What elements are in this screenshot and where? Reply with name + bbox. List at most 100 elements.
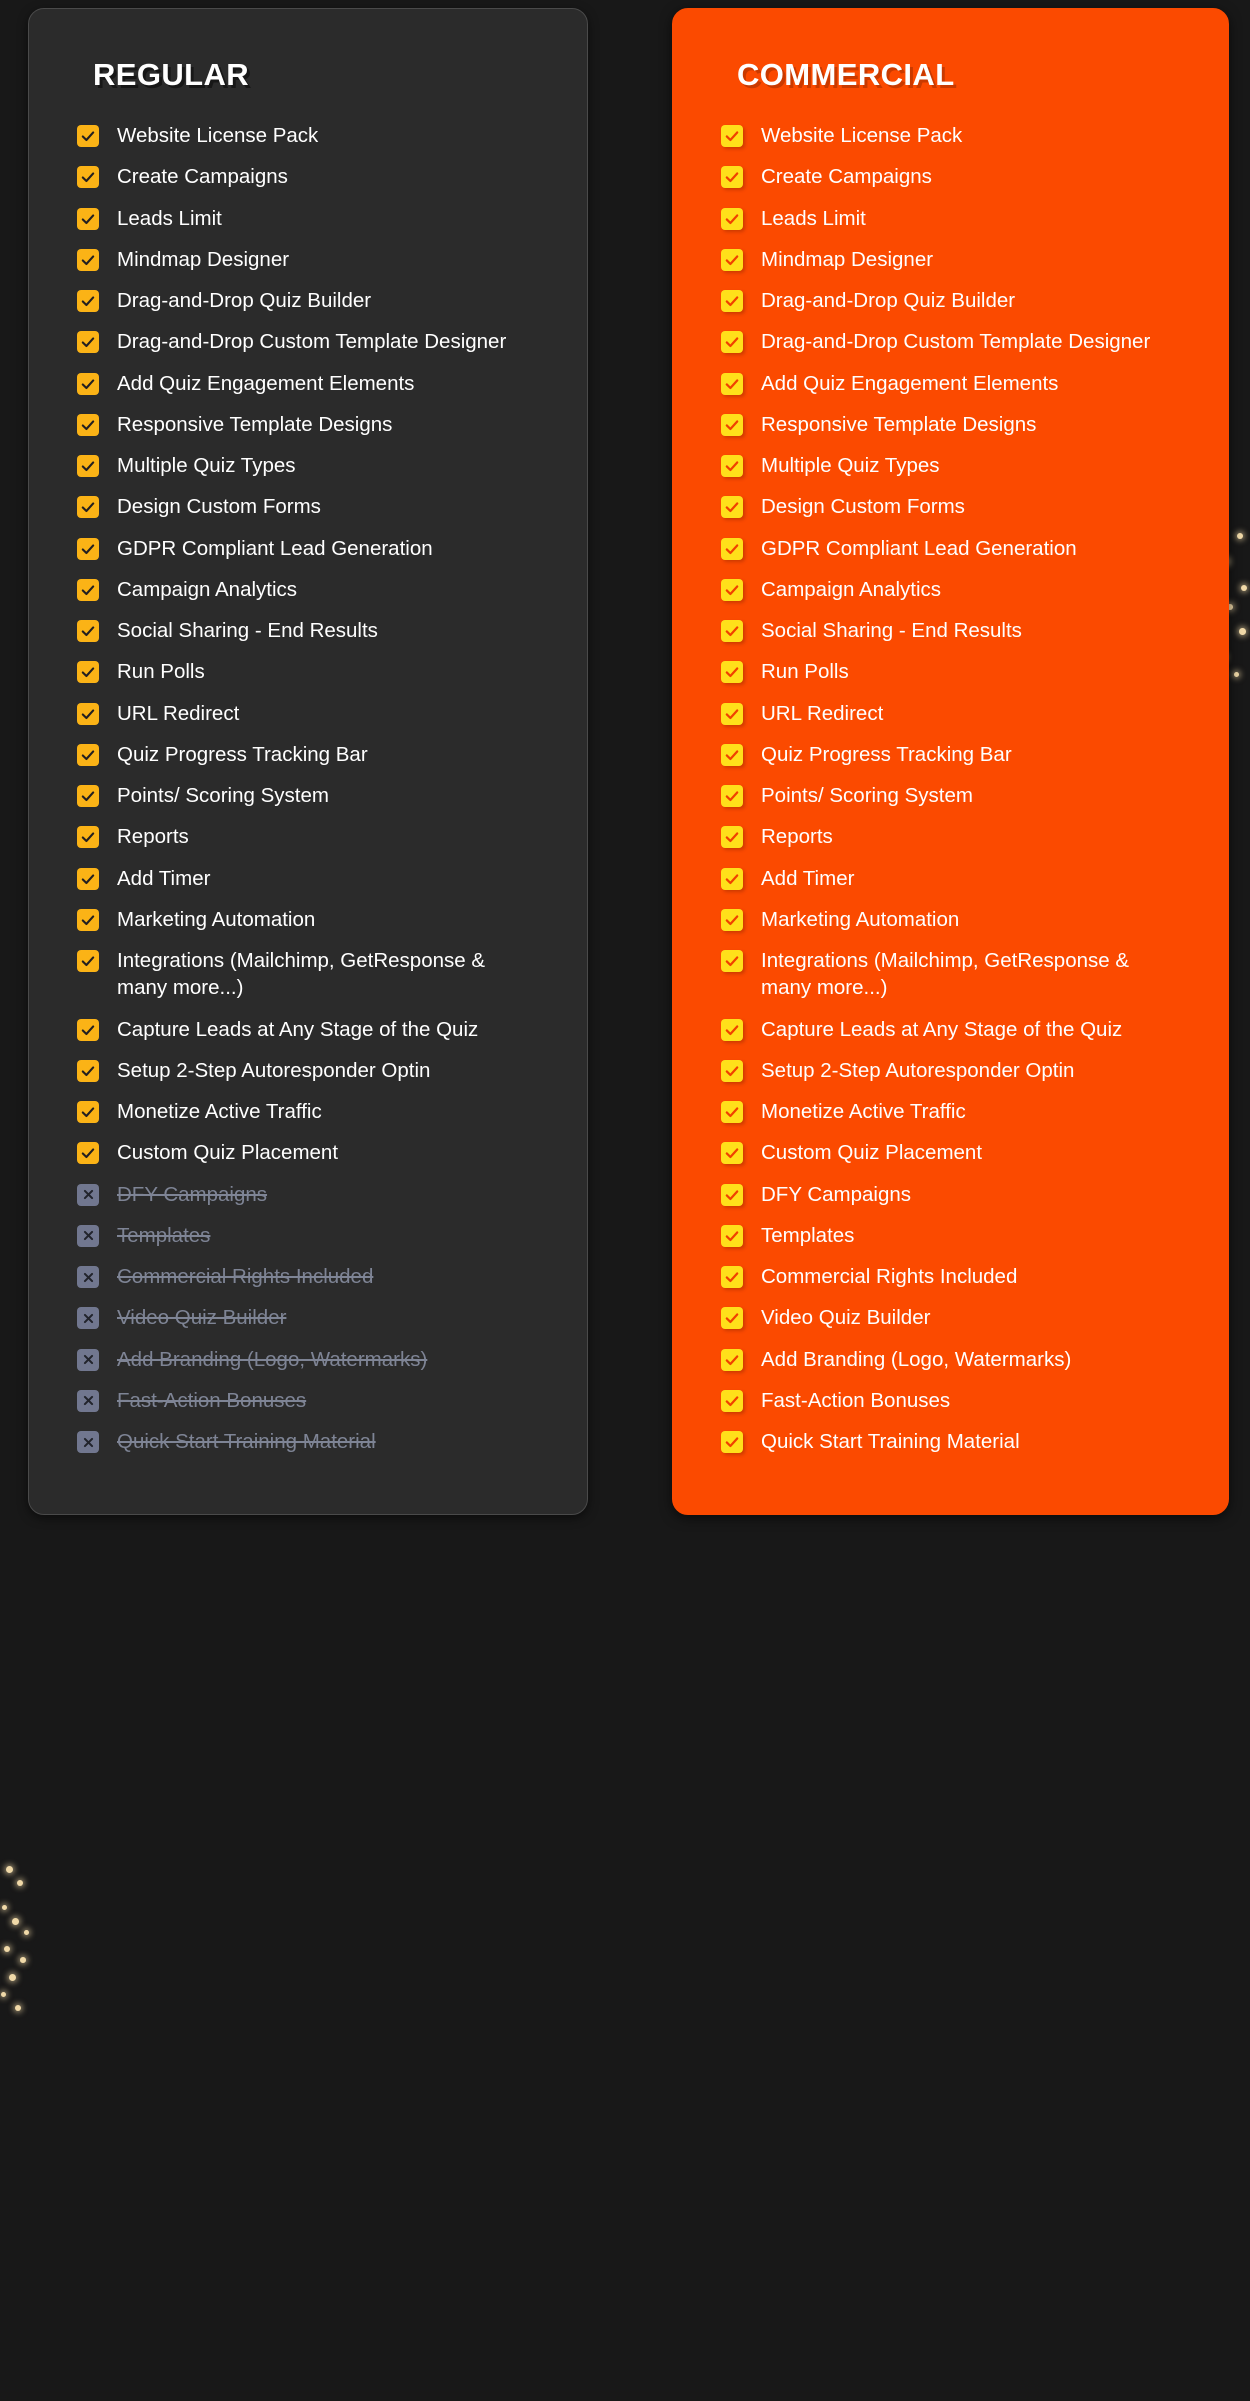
sparkle-dot-icon xyxy=(6,1866,13,1873)
feature-row: URL Redirect xyxy=(721,699,1198,727)
feature-row: Leads Limit xyxy=(77,204,557,232)
feature-row: Create Campaigns xyxy=(721,162,1198,190)
feature-row: Commercial Rights Included xyxy=(721,1262,1198,1290)
check-icon xyxy=(721,1431,743,1453)
feature-label: Commercial Rights Included xyxy=(761,1265,1018,1288)
check-icon xyxy=(77,826,99,849)
feature-label: Leads Limit xyxy=(117,206,222,230)
check-icon xyxy=(77,908,99,931)
feature-label: Add Branding (Logo, Watermarks) xyxy=(117,1347,428,1371)
sparkle-dot-icon xyxy=(4,1946,11,1953)
feature-label: Social Sharing - End Results xyxy=(761,619,1022,642)
feature-list-commercial: Website License Pack Create Campaigns Lead… xyxy=(721,121,1198,1455)
feature-label: Monetize Active Traffic xyxy=(761,1100,966,1123)
feature-row: Add Branding (Logo, Watermarks) xyxy=(721,1345,1198,1373)
feature-row: Add Timer xyxy=(77,864,557,892)
feature-label: DFY Campaigns xyxy=(117,1182,268,1206)
feature-row: Campaign Analytics xyxy=(77,575,557,603)
feature-label: Add Timer xyxy=(761,866,855,890)
feature-row: GDPR Compliant Lead Generation xyxy=(721,534,1198,562)
feature-label: Integrations (Mailchimp, GetResponse & m… xyxy=(761,949,1130,1000)
feature-row: Integrations (Mailchimp, GetResponse & m… xyxy=(721,946,1198,1002)
feature-row: Mindmap Designer xyxy=(721,245,1198,273)
cross-icon xyxy=(77,1348,99,1371)
feature-row: Marketing Automation xyxy=(721,905,1198,933)
feature-label: Video Quiz Builder xyxy=(761,1306,931,1330)
check-icon xyxy=(721,620,743,642)
feature-row: Templates xyxy=(77,1221,557,1249)
check-icon xyxy=(721,496,743,519)
feature-row: Marketing Automation xyxy=(77,905,557,933)
check-icon xyxy=(721,908,743,931)
feature-label: Website License Pack xyxy=(761,124,963,147)
feature-label: Quick Start Training Material xyxy=(761,1430,1020,1453)
check-icon xyxy=(77,125,99,147)
feature-label: Campaign Analytics xyxy=(117,577,298,601)
feature-label: Quiz Progress Tracking Bar xyxy=(117,742,368,766)
check-icon xyxy=(77,248,99,271)
feature-row: Quiz Progress Tracking Bar xyxy=(721,740,1198,768)
feature-row: Custom Quiz Placement xyxy=(77,1138,557,1166)
feature-row: Campaign Analytics xyxy=(721,575,1198,603)
feature-row: Drag-and-Drop Custom Template Designer xyxy=(77,327,557,355)
feature-label: Responsive Template Designs xyxy=(761,412,1037,436)
sparkle-dot-icon xyxy=(2,1905,8,1911)
feature-label: Monetize Active Traffic xyxy=(117,1100,322,1123)
sparkle-dot-icon xyxy=(9,1974,17,1982)
check-icon xyxy=(721,125,743,147)
check-icon xyxy=(721,1101,743,1123)
feature-label: Add Quiz Engagement Elements xyxy=(117,371,415,395)
feature-label: Custom Quiz Placement xyxy=(117,1141,339,1165)
feature-row: Integrations (Mailchimp, GetResponse & m… xyxy=(77,946,557,1002)
feature-label: Setup 2-Step Autoresponder Optin xyxy=(117,1058,431,1082)
feature-row: Quiz Progress Tracking Bar xyxy=(77,740,557,768)
feature-label: Points/ Scoring System xyxy=(117,784,329,807)
check-icon xyxy=(721,207,743,230)
feature-row: Fast-Action Bonuses xyxy=(721,1386,1198,1414)
feature-label: Website License Pack xyxy=(117,124,319,147)
feature-row: Multiple Quiz Types xyxy=(77,451,557,479)
feature-row: DFY Campaigns xyxy=(77,1180,557,1208)
check-icon xyxy=(721,1142,743,1165)
check-icon xyxy=(721,661,743,684)
feature-row: Add Timer xyxy=(721,864,1198,892)
check-icon xyxy=(77,290,99,312)
feature-row: Commercial Rights Included xyxy=(77,1262,557,1290)
plan-card-commercial: COMMERCIAL Website License Pack Create Ca… xyxy=(672,8,1229,1516)
feature-row: Quick Start Training Material xyxy=(721,1427,1198,1455)
check-icon xyxy=(77,331,99,354)
check-icon xyxy=(77,207,99,230)
feature-label: Marketing Automation xyxy=(117,907,316,931)
check-icon xyxy=(721,1059,743,1082)
check-icon xyxy=(77,950,99,972)
feature-label: Social Sharing - End Results xyxy=(117,619,378,642)
comparison-table-root: REGULAR Website License Pack Create Campa… xyxy=(0,0,1250,2401)
feature-row: Reports xyxy=(721,822,1198,850)
check-icon xyxy=(77,620,99,642)
feature-label: Design Custom Forms xyxy=(761,495,965,519)
check-icon xyxy=(721,826,743,849)
feature-row: Add Branding (Logo, Watermarks) xyxy=(77,1345,557,1373)
cross-icon xyxy=(77,1307,99,1330)
feature-label: Multiple Quiz Types xyxy=(761,454,940,477)
check-icon xyxy=(721,1224,743,1247)
check-icon xyxy=(721,1307,743,1330)
feature-row: Drag-and-Drop Quiz Builder xyxy=(77,286,557,314)
check-icon xyxy=(77,661,99,684)
check-icon xyxy=(721,290,743,312)
feature-list-regular: Website License Pack Create Campaigns Lead… xyxy=(77,121,557,1455)
feature-label: Campaign Analytics xyxy=(761,577,942,601)
check-icon xyxy=(721,413,743,436)
feature-label: URL Redirect xyxy=(117,701,240,725)
feature-row: Run Polls xyxy=(77,657,557,685)
feature-row: Quick Start Training Material xyxy=(77,1427,557,1455)
feature-row: Design Custom Forms xyxy=(721,492,1198,520)
feature-row: Multiple Quiz Types xyxy=(721,451,1198,479)
feature-row: Video Quiz Builder xyxy=(77,1303,557,1331)
sparkle-dot-icon xyxy=(15,2005,21,2011)
feature-row: Drag-and-Drop Quiz Builder xyxy=(721,286,1198,314)
check-icon xyxy=(721,578,743,601)
feature-row: Social Sharing - End Results xyxy=(721,616,1198,644)
cross-icon xyxy=(77,1266,99,1288)
feature-row: GDPR Compliant Lead Generation xyxy=(77,534,557,562)
